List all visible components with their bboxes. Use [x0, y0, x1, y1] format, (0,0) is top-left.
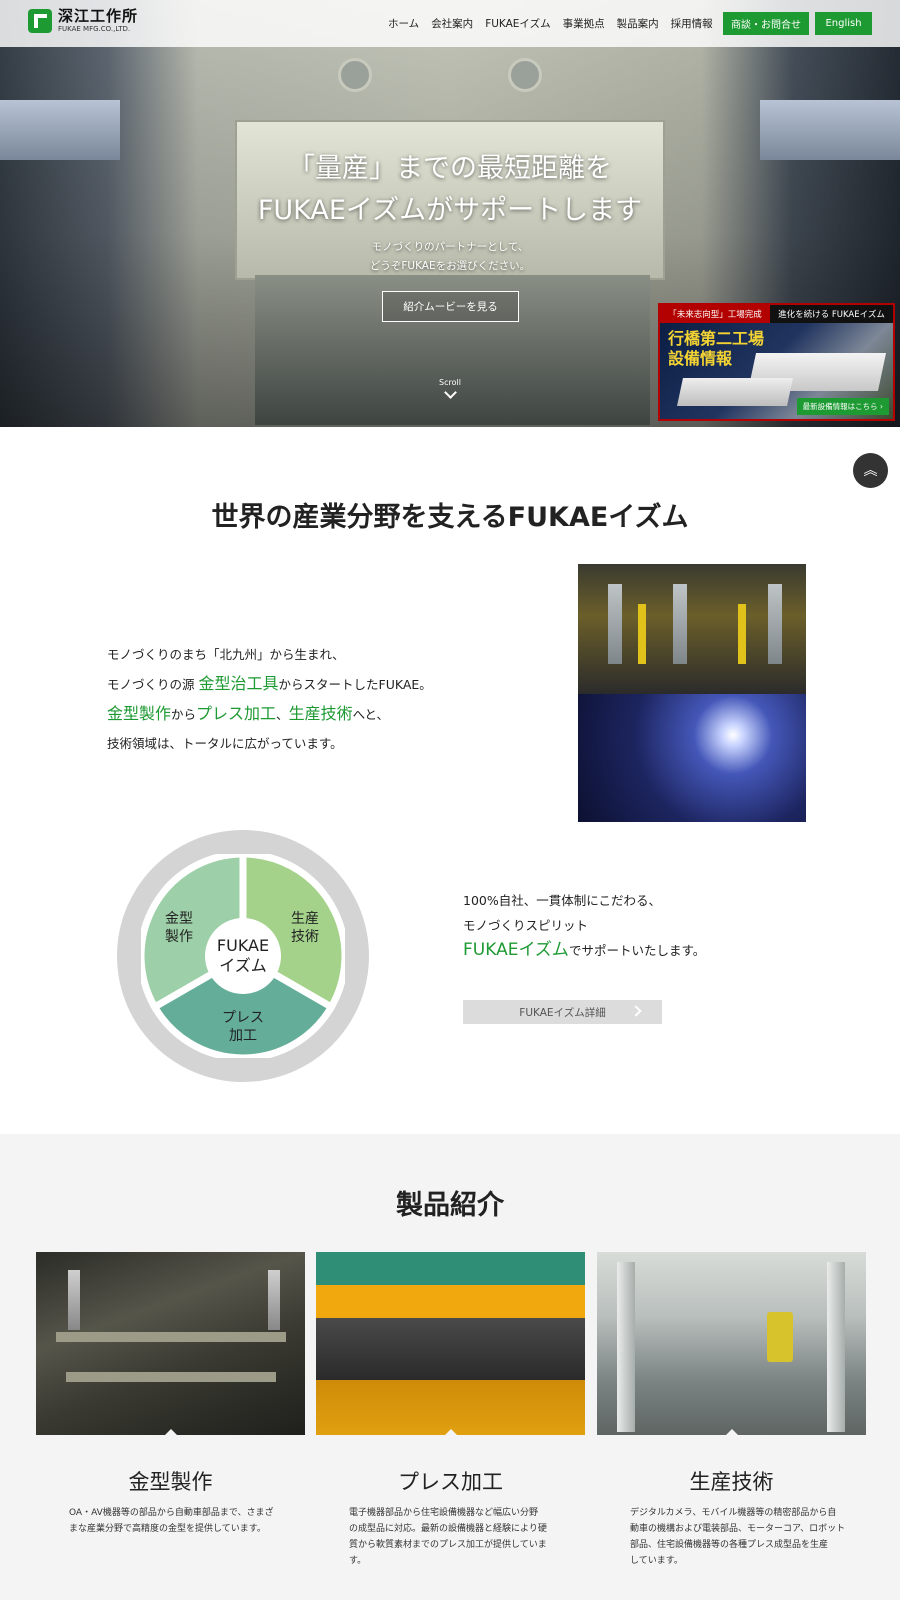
scroll-indicator[interactable]: Scroll [430, 378, 470, 399]
product-card-production[interactable] [597, 1252, 866, 1435]
product-title-press[interactable]: プレス加工 [316, 1466, 585, 1496]
main-nav: ホーム 会社案内 FUKAEイズム 事業拠点 製品案内 採用情報 [388, 16, 725, 31]
mold-photo [578, 564, 806, 694]
product-desc-press: 電子機器部品から住宅設備機器など幅広い分野 の成型品に対応。最新の設備機器と経験… [349, 1508, 547, 1566]
banner-tag-left: 「未来志向型」工場完成 [660, 305, 770, 323]
fukae-ism-center: FUKAE イズム [205, 918, 281, 994]
product-desc-mold: OA・AV機器等の部品から自動車部品まで、さまざ まな産業分野で高精度の金型を提… [69, 1508, 274, 1534]
page-top-button[interactable]: ︽ [853, 453, 888, 488]
nav-recruit[interactable]: 採用情報 [671, 16, 713, 31]
site-header: 深江工作所 FUKAE MFG.CO.,LTD. ホーム 会社案内 FUKAEイ… [0, 0, 900, 47]
factory-banner[interactable]: 「未来志向型」工場完成 進化を続ける FUKAEイズム 行橋第二工場 設備情報 … [658, 303, 895, 421]
product-card-press[interactable] [316, 1252, 585, 1435]
product-desc-production: デジタルカメラ、モバイル機器等の精密部品から自 動車の機構および電装部品、モータ… [630, 1508, 846, 1566]
welding-photo [578, 694, 806, 822]
banner-title: 行橋第二工場 設備情報 [668, 329, 765, 368]
philosophy-title: 世界の産業分野を支えるFUKAEイズム [211, 502, 689, 533]
nav-company[interactable]: 会社案内 [431, 16, 473, 31]
logo-mark-icon [28, 9, 52, 33]
fukae-ism-detail-button[interactable]: FUKAEイズム詳細 [463, 1000, 662, 1024]
product-card-mold[interactable] [36, 1252, 305, 1435]
contact-button[interactable]: 商談・お問合せ [723, 12, 809, 35]
hero-title: 「量産」までの最短距離を FUKAEイズムがサポートします [257, 153, 643, 226]
fukae-ism-detail-label: FUKAEイズム詳細 [519, 1006, 606, 1019]
products-title: 製品紹介 [396, 1190, 504, 1221]
press-gauge [338, 58, 372, 92]
chevron-down-icon [443, 386, 457, 399]
site-logo[interactable]: 深江工作所 FUKAE MFG.CO.,LTD. [28, 9, 138, 33]
factory-building-image [677, 378, 793, 406]
hero-section: 「量産」までの最短距離を FUKAEイズムがサポートします モノづくりのパートナ… [0, 0, 900, 427]
philosophy-text: モノづくりのまち「北九州」から生まれ、 モノづくりの源 金型治工具からスタートし… [107, 647, 432, 751]
banner-more-button[interactable]: 最新設備情報はこちら › [796, 398, 889, 415]
segment-press-label: プレス 加工 [222, 1010, 264, 1044]
product-title-mold[interactable]: 金型製作 [36, 1466, 305, 1496]
product-image-press [316, 1252, 585, 1435]
nav-locations[interactable]: 事業拠点 [563, 16, 605, 31]
product-title-production[interactable]: 生産技術 [597, 1466, 866, 1496]
intro-movie-button[interactable]: 紹介ムービーを見る [382, 291, 519, 322]
segment-production-label: 生産 技術 [291, 911, 319, 945]
press-gauge [508, 58, 542, 92]
spirit-text: 100%自社、一貫体制にこだわる、 モノづくりスピリット FUKAEイズムでサポ… [463, 893, 706, 960]
nav-fukae-ism[interactable]: FUKAEイズム [485, 16, 550, 31]
nav-home[interactable]: ホーム [388, 16, 419, 31]
chevron-right-icon [630, 1005, 642, 1017]
double-chevron-up-icon: ︽ [863, 462, 878, 479]
nav-products[interactable]: 製品案内 [617, 16, 659, 31]
product-image-production [597, 1252, 866, 1435]
english-button[interactable]: English [815, 12, 872, 35]
product-image-mold [36, 1252, 305, 1435]
banner-tag-right: 進化を続ける FUKAEイズム [770, 305, 893, 323]
logo-name: 深江工作所 [58, 7, 139, 25]
hero-subtitle: モノづくりのパートナーとして、 どうぞFUKAEをお選びください。 [369, 241, 531, 272]
logo-name-en: FUKAE MFG.CO.,LTD. [58, 25, 131, 33]
segment-mold-label: 金型 製作 [165, 911, 193, 945]
